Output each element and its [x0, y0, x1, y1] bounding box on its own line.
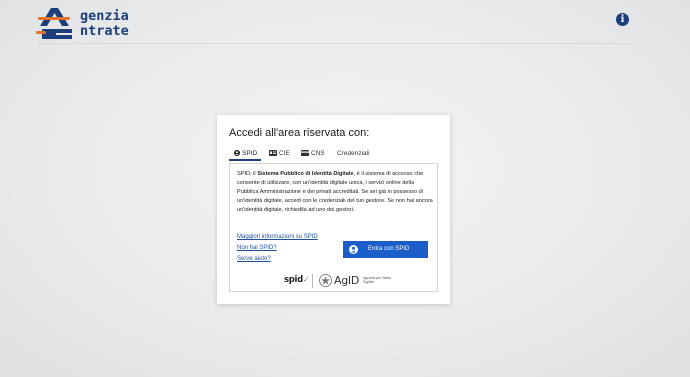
login-card: Accedi all'area riservata con: SPID CIE …: [217, 115, 450, 304]
description-highlight: Sistema Pubblico di Identità Digitale: [257, 171, 354, 177]
tab-spid-label: SPID: [242, 150, 258, 157]
check-icon: ✓: [302, 275, 309, 284]
help-links: Maggiori informazioni su SPID Non hai SP…: [237, 232, 318, 265]
logo-wordmark: genzia ntrate: [80, 9, 129, 39]
tab-spid[interactable]: SPID: [229, 147, 261, 161]
site-header: genzia ntrate i: [0, 0, 690, 44]
card-icon: [301, 150, 309, 157]
enter-with-spid-label: Entra con SPID: [368, 246, 410, 252]
tab-cie-label: CIE: [279, 150, 290, 157]
italian-republic-emblem-icon: [319, 274, 332, 287]
tab-cns-label: CNS: [311, 150, 325, 157]
tab-credenziali[interactable]: Credenziali: [337, 147, 370, 161]
agenzia-entrate-logo-mark: [36, 8, 72, 39]
logo-line-2: ntrate: [80, 23, 129, 39]
agid-subtitle: Agenzia per l'Italia Digitale: [363, 276, 391, 284]
login-tabs: SPID CIE CNS Credenziali: [229, 147, 438, 161]
agenzia-entrate-logo[interactable]: genzia ntrate: [36, 6, 146, 40]
spid-logo-text: spid: [284, 275, 303, 285]
no-spid-link[interactable]: Non hai SPID?: [237, 243, 318, 254]
logo-line-1: genzia: [80, 8, 129, 24]
tab-cie[interactable]: CIE: [269, 147, 290, 161]
more-info-spid-link[interactable]: Maggiori informazioni su SPID: [237, 232, 318, 243]
provider-logos: spid✓ AgID Agenzia per l'Italia Digitale: [284, 274, 394, 288]
spid-panel: SPID, il Sistema Pubblico di Identità Di…: [229, 163, 438, 292]
enter-with-spid-button[interactable]: Entra con SPID: [343, 241, 428, 258]
user-icon: [234, 150, 240, 157]
description-body: , è il sistema di accesso che consente d…: [237, 171, 433, 213]
tab-credenziali-label: Credenziali: [337, 150, 370, 157]
description-intro: SPID, il: [237, 171, 258, 177]
agid-logo: AgID: [334, 274, 360, 287]
need-help-link[interactable]: Serve aiuto?: [237, 254, 318, 265]
header-divider: [38, 43, 633, 44]
tab-cns[interactable]: CNS: [301, 147, 325, 161]
id-card-icon: [269, 150, 277, 157]
user-icon: [349, 245, 358, 254]
logo-divider: [312, 274, 313, 288]
info-icon[interactable]: i: [616, 13, 629, 26]
login-title: Accedi all'area riservata con:: [229, 127, 370, 139]
spid-logo: spid✓: [284, 275, 309, 285]
spid-description: SPID, il Sistema Pubblico di Identità Di…: [237, 170, 433, 215]
